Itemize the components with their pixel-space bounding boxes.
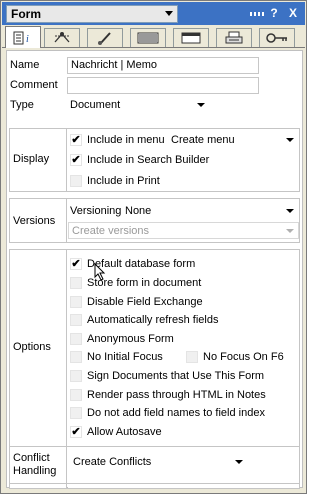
no-field-index-checkbox[interactable] <box>70 407 82 419</box>
no-focus-on-f6-label: No Focus On F6 <box>203 351 284 363</box>
create-versions-dropdown: Create versions <box>68 222 299 239</box>
menu-dropdown[interactable]: Create menu <box>168 132 298 149</box>
header-icon <box>181 32 201 44</box>
display-label: Display <box>13 153 50 165</box>
no-field-index-label: Do not add field names to field index <box>87 407 265 419</box>
properties-panel: Name Nachricht | Memo Comment Type Docum… <box>6 50 303 489</box>
key-icon <box>266 33 287 43</box>
versions-section: Versions Versioning None Create versions <box>9 198 300 243</box>
type-value: Document <box>70 99 121 111</box>
default-database-form-checkbox[interactable]: ✔ <box>70 258 82 270</box>
chevron-down-icon <box>165 11 173 16</box>
chevron-down-icon <box>197 103 205 107</box>
comment-label: Comment <box>10 79 58 91</box>
sign-documents-label: Sign Documents that Use This Form <box>87 370 265 382</box>
versions-label-column: Versions <box>10 199 67 242</box>
include-in-print-label: Include in Print <box>87 175 160 187</box>
no-initial-focus-checkbox[interactable] <box>70 351 82 363</box>
display-section: Display ✔ Include in menu Create menu ✔ … <box>9 128 300 192</box>
element-type-label: Form <box>11 7 41 21</box>
comment-field[interactable] <box>67 77 259 94</box>
menu-value: Create menu <box>171 134 235 146</box>
element-type-selector[interactable]: Form <box>6 5 178 23</box>
chevron-down-icon <box>286 229 294 233</box>
conflict-label-line2: Handling <box>13 465 57 477</box>
store-form-in-document-checkbox[interactable] <box>70 277 82 289</box>
display-label-column: Display <box>10 129 67 191</box>
include-in-search-builder-checkbox[interactable]: ✔ <box>70 154 82 166</box>
no-initial-focus-label: No Initial Focus <box>87 351 163 363</box>
auto-refresh-fields-label: Automatically refresh fields <box>87 314 219 326</box>
render-pass-through-html-checkbox[interactable] <box>70 389 82 401</box>
tab-fields[interactable] <box>44 28 80 47</box>
chevron-down-icon <box>286 138 294 142</box>
include-in-menu-checkbox[interactable]: ✔ <box>70 134 82 146</box>
versions-label: Versions <box>13 215 56 227</box>
name-label: Name <box>10 59 40 71</box>
conflict-handling-section: Conflict Handling Create Conflicts <box>9 446 300 484</box>
versions-values: Versioning None Create versions <box>68 199 299 242</box>
background-icon <box>137 32 159 44</box>
type-label: Type <box>10 99 34 111</box>
chevron-down-icon <box>235 460 243 464</box>
type-dropdown[interactable]: Document <box>67 97 209 114</box>
allow-autosave-checkbox[interactable]: ✔ <box>70 426 82 438</box>
versioning-value: None <box>125 205 152 217</box>
anonymous-form-label: Anonymous Form <box>87 333 174 345</box>
conflict-values: Create Conflicts <box>68 447 299 483</box>
include-in-search-builder-label: Include in Search Builder <box>87 154 210 166</box>
fields-icon <box>54 32 70 43</box>
tab-background[interactable] <box>130 28 166 47</box>
name-field[interactable]: Nachricht | Memo <box>67 57 259 74</box>
printer-icon <box>225 31 243 44</box>
sign-documents-checkbox[interactable] <box>70 370 82 382</box>
auto-refresh-fields-checkbox[interactable] <box>70 314 82 326</box>
include-in-print-checkbox[interactable] <box>70 175 82 187</box>
display-values: ✔ Include in menu Create menu ✔ Include … <box>68 129 299 191</box>
versioning-dropdown[interactable]: None <box>122 203 298 220</box>
options-label: Options <box>13 341 51 353</box>
disable-field-exchange-label: Disable Field Exchange <box>87 296 203 308</box>
form-properties-window: Form ? X i Name Nachricht | Memo Comment… <box>0 0 307 494</box>
render-pass-through-html-label: Render pass through HTML in Notes <box>87 389 266 401</box>
help-button[interactable]: ? <box>266 5 282 22</box>
tab-bar: i <box>2 26 305 48</box>
tab-font[interactable] <box>87 28 123 47</box>
conflict-value: Create Conflicts <box>73 456 152 468</box>
versioning-label: Versioning <box>70 205 122 217</box>
create-versions-value: Create versions <box>72 225 150 237</box>
tab-print[interactable] <box>216 28 252 47</box>
tab-header[interactable] <box>173 28 209 47</box>
info-icon: i <box>13 31 29 45</box>
no-focus-on-f6-checkbox[interactable] <box>186 351 198 363</box>
close-button[interactable]: X <box>285 5 301 22</box>
conflict-label-column: Conflict Handling <box>10 447 67 483</box>
include-in-menu-label: Include in menu <box>87 134 165 146</box>
title-bar: Form ? X <box>2 2 305 25</box>
svg-text:i: i <box>26 34 29 45</box>
anonymous-form-checkbox[interactable] <box>70 333 82 345</box>
mouse-cursor-icon <box>94 263 106 281</box>
paint-brush-icon <box>98 32 111 45</box>
tab-info[interactable]: i <box>5 26 41 48</box>
conflict-label-line1: Conflict <box>13 452 50 464</box>
chevron-down-icon <box>286 209 294 213</box>
tab-security[interactable] <box>259 28 295 47</box>
conflict-dropdown[interactable]: Create Conflicts <box>70 454 247 471</box>
allow-autosave-label: Allow Autosave <box>87 426 162 438</box>
drag-grip-icon[interactable] <box>250 12 264 16</box>
disable-field-exchange-checkbox[interactable] <box>70 296 82 308</box>
